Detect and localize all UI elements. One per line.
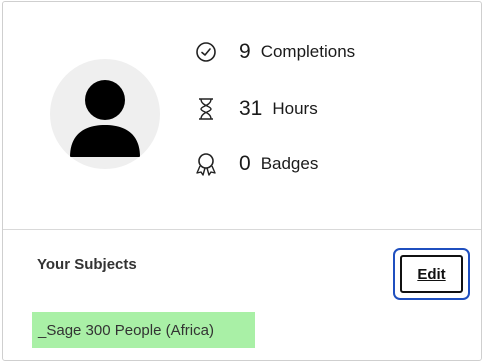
completions-count: 9 xyxy=(239,40,251,63)
edit-button-focus-ring: Edit xyxy=(393,248,470,300)
completions-label: Completions xyxy=(260,42,356,61)
hours-label: Hours xyxy=(272,99,318,118)
check-circle-icon xyxy=(193,39,219,65)
badges-label: Badges xyxy=(260,154,319,173)
stat-completions: 9 Completions xyxy=(193,32,453,72)
badges-count: 0 xyxy=(239,152,251,175)
avatar xyxy=(50,59,160,169)
hourglass-icon xyxy=(193,96,219,122)
profile-summary: 9 Completions 31 Hours 0 Badges xyxy=(3,2,481,230)
subjects-heading: Your Subjects xyxy=(37,256,137,273)
badge-ribbon-icon xyxy=(193,151,219,177)
hours-count: 31 xyxy=(239,97,263,120)
stat-hours: 31 Hours xyxy=(193,89,453,129)
edit-button[interactable]: Edit xyxy=(400,255,463,293)
profile-card: 9 Completions 31 Hours 0 Badges Your Sub… xyxy=(2,1,482,361)
stat-badges: 0 Badges xyxy=(193,144,453,184)
user-silhouette-icon xyxy=(70,80,140,157)
subject-item[interactable]: _Sage 300 People (Africa) xyxy=(32,312,255,348)
